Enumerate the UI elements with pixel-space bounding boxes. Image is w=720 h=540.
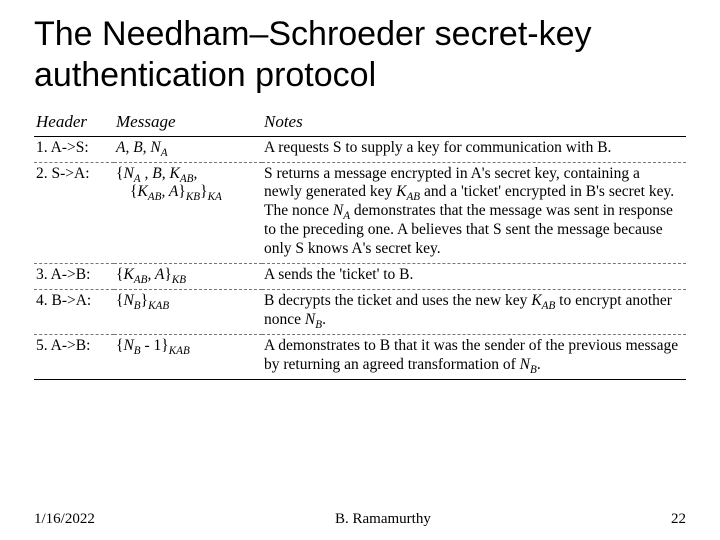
protocol-table: Header Message Notes 1. A->S: A, B, NA A… (34, 110, 686, 380)
col-message: Message (114, 110, 262, 137)
cell-header: 4. B->A: (34, 289, 114, 334)
cell-notes: A demonstrates to B that it was the send… (262, 334, 686, 379)
footer: 1/16/2022 22 B. Ramamurthy (34, 511, 686, 528)
col-header: Header (34, 110, 114, 137)
slide: The Needham–Schroeder secret-key authent… (0, 0, 720, 540)
cell-header: 5. A->B: (34, 334, 114, 379)
cell-message: {NA , B, KAB,{KAB, A}KB}KA (114, 162, 262, 264)
cell-message: A, B, NA (114, 136, 262, 162)
cell-message: {NB - 1}KAB (114, 334, 262, 379)
cell-notes: A sends the 'ticket' to B. (262, 264, 686, 290)
footer-date: 1/16/2022 (34, 511, 95, 528)
cell-message: {NB}KAB (114, 289, 262, 334)
cell-header: 3. A->B: (34, 264, 114, 290)
footer-author: B. Ramamurthy (34, 511, 686, 528)
cell-message: {KAB, A}KB (114, 264, 262, 290)
table-row: 1. A->S: A, B, NA A requests S to supply… (34, 136, 686, 162)
table-row: 4. B->A: {NB}KAB B decrypts the ticket a… (34, 289, 686, 334)
table-row: 3. A->B: {KAB, A}KB A sends the 'ticket'… (34, 264, 686, 290)
table-row: 2. S->A: {NA , B, KAB,{KAB, A}KB}KA S re… (34, 162, 686, 264)
col-notes: Notes (262, 110, 686, 137)
cell-header: 1. A->S: (34, 136, 114, 162)
cell-header: 2. S->A: (34, 162, 114, 264)
cell-notes: S returns a message encrypted in A's sec… (262, 162, 686, 264)
table-row: 5. A->B: {NB - 1}KAB A demonstrates to B… (34, 334, 686, 379)
table-header-row: Header Message Notes (34, 110, 686, 137)
cell-notes: B decrypts the ticket and uses the new k… (262, 289, 686, 334)
slide-title: The Needham–Schroeder secret-key authent… (34, 14, 686, 96)
cell-notes: A requests S to supply a key for communi… (262, 136, 686, 162)
footer-page-number: 22 (671, 511, 686, 528)
